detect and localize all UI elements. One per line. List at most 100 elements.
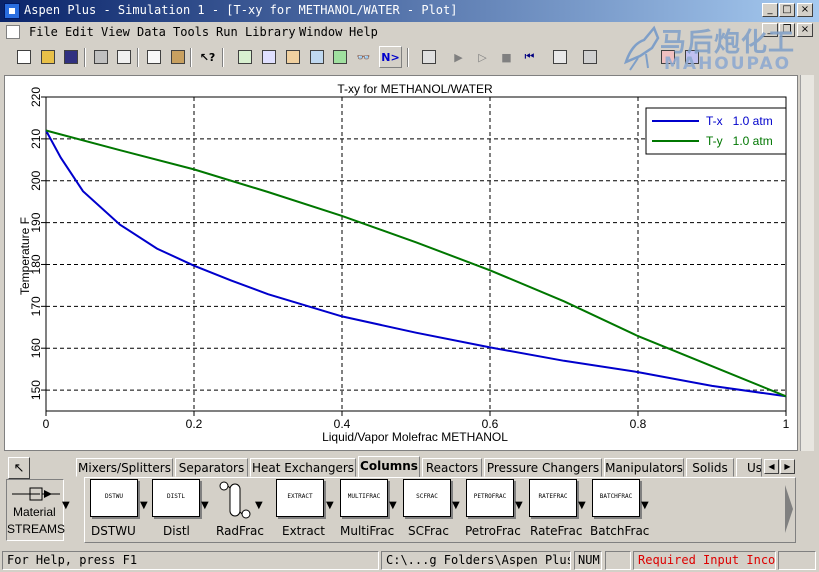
y-tick-label: 170	[29, 296, 43, 316]
chart-legend: T-x 1.0 atm T-y 1.0 atm	[645, 107, 787, 155]
glasses-icon[interactable]: 👓	[352, 46, 375, 68]
model-icon-extract[interactable]: EXTRACT	[276, 479, 324, 517]
run-step-icon[interactable]: ▷	[471, 46, 494, 68]
model-label-scfrac: SCFrac	[408, 524, 449, 538]
tab-mixers-splitters[interactable]: Mixers/Splitters	[76, 458, 173, 477]
batchfrac-dropdown-icon[interactable]: ▼	[641, 500, 649, 511]
paste-icon[interactable]	[166, 46, 189, 68]
control-panel-icon[interactable]	[417, 46, 440, 68]
dstwu-dropdown-icon[interactable]: ▼	[140, 500, 148, 511]
material-stream-icon	[12, 487, 60, 501]
status-bar: For Help, press F1 C:\...g Folders\Aspen…	[0, 550, 819, 572]
series-line-ty	[45, 129, 787, 398]
save-icon[interactable]	[59, 46, 82, 68]
menu-file[interactable]: File	[29, 25, 58, 39]
chart-title: T-xy for METHANOL/WATER	[337, 82, 493, 96]
model-label-distl: Distl	[163, 524, 190, 538]
x-tick-label: 0.6	[482, 417, 499, 431]
select-pointer-button[interactable]: ↖	[8, 457, 30, 479]
model-icon-dstwu[interactable]: DSTWU	[90, 479, 138, 517]
open-folder-icon[interactable]	[36, 46, 59, 68]
status-extra-pane	[778, 551, 816, 570]
house-icon[interactable]	[281, 46, 304, 68]
next-button[interactable]: N>	[379, 46, 402, 68]
tab-columns[interactable]: Columns	[358, 456, 420, 478]
tab-separators[interactable]: Separators	[175, 458, 248, 477]
toolbar-separator	[137, 48, 139, 67]
status-warning: Required Input Incomple	[633, 551, 776, 570]
tab-manipulators[interactable]: Manipulators	[604, 458, 684, 477]
menu-data[interactable]: Data	[137, 25, 166, 39]
menu-window[interactable]: Window	[299, 25, 342, 39]
status-help: For Help, press F1	[2, 551, 379, 570]
palette-scroll-right-icon[interactable]	[783, 479, 795, 539]
run-stop-icon[interactable]: ■	[495, 46, 518, 68]
menu-view[interactable]: View	[101, 25, 130, 39]
model-icon-batchfrac[interactable]: BATCHFRAC	[592, 479, 640, 517]
menu-help[interactable]: Help	[349, 25, 378, 39]
series-line-tx	[45, 130, 787, 398]
tab-pressure-changers[interactable]: Pressure Changers	[484, 458, 602, 477]
model-label-multifrac: MultiFrac	[340, 524, 395, 538]
y-tick-label: 200	[29, 170, 43, 190]
streams-selector[interactable]: Material STREAMS	[6, 479, 66, 541]
tab-scroll-right-button[interactable]: ▶	[780, 459, 795, 474]
streams-label: STREAMS	[7, 522, 66, 536]
toolbar-separator	[222, 48, 224, 67]
chart-series	[45, 129, 787, 398]
window-title: Aspen Plus - Simulation 1 - [T-xy for ME…	[24, 3, 458, 17]
distl-dropdown-icon[interactable]: ▼	[201, 500, 209, 511]
radfrac-dropdown-icon[interactable]: ▼	[255, 500, 263, 511]
x-tick-label: 0.2	[186, 417, 203, 431]
edit-icon[interactable]	[578, 46, 601, 68]
ratefrac-dropdown-icon[interactable]: ▼	[578, 500, 586, 511]
status-path: C:\...g Folders\Aspen Plus	[381, 551, 571, 570]
y-tick-label: 160	[29, 338, 43, 358]
petrofrac-dropdown-icon[interactable]: ▼	[515, 500, 523, 511]
model-icon-ratefrac[interactable]: RATEFRAC	[529, 479, 577, 517]
tab-scroll-left-button[interactable]: ◀	[764, 459, 779, 474]
model-icon-scfrac[interactable]: SCFRAC	[403, 479, 451, 517]
flowsheet-icon[interactable]	[257, 46, 280, 68]
y-axis-label: Temperature F	[18, 217, 32, 295]
multifrac-dropdown-icon[interactable]: ▼	[389, 500, 397, 511]
streams-dropdown-icon[interactable]: ▼	[62, 500, 70, 511]
status-empty-pane	[605, 551, 631, 570]
plot-vertical-scrollbar[interactable]	[800, 75, 814, 451]
model-icon-distl[interactable]: DISTL	[152, 479, 200, 517]
menu-run[interactable]: Run	[216, 25, 238, 39]
print-icon[interactable]	[89, 46, 112, 68]
tab-reactors[interactable]: Reactors	[422, 458, 482, 477]
extract-dropdown-icon[interactable]: ▼	[326, 500, 334, 511]
txy-chart[interactable]: 0 0.2 0.4 0.6 0.8 1150160170180190200210220 T…	[5, 76, 797, 450]
scfrac-dropdown-icon[interactable]: ▼	[452, 500, 460, 511]
maximize-button[interactable]: □	[779, 3, 795, 17]
print-preview-icon[interactable]	[112, 46, 135, 68]
minimize-button[interactable]: _	[762, 3, 778, 17]
y-tick-label: 220	[29, 87, 43, 107]
results-icon[interactable]	[548, 46, 571, 68]
menu-tools[interactable]: Tools	[173, 25, 209, 39]
radfrac-column-icon[interactable]	[218, 478, 252, 522]
model-label-petrofrac: PetroFrac	[465, 524, 521, 538]
run-start-icon[interactable]: ▶	[447, 46, 470, 68]
menu-edit[interactable]: Edit	[65, 25, 94, 39]
model-icon-petrofrac[interactable]: PETROFRAC	[466, 479, 514, 517]
new-file-icon[interactable]	[12, 46, 35, 68]
model-icon-multifrac[interactable]: MULTIFRAC	[340, 479, 388, 517]
tab-user[interactable]: User	[736, 458, 762, 477]
close-button[interactable]: ×	[797, 3, 813, 17]
model-library-icon[interactable]	[328, 46, 351, 68]
tab-solids[interactable]: Solids	[686, 458, 734, 477]
aspen-app-icon	[4, 3, 20, 19]
toolbar-separator	[84, 48, 86, 67]
plot-icon[interactable]	[233, 46, 256, 68]
stream-table-icon[interactable]	[305, 46, 328, 68]
copy-icon[interactable]	[142, 46, 165, 68]
document-icon[interactable]	[6, 25, 20, 39]
run-reinit-icon[interactable]: ⏮	[518, 46, 541, 68]
tab-heat-exchangers[interactable]: Heat Exchangers	[250, 458, 356, 477]
legend-label-tx: T-x 1.0 atm	[706, 114, 773, 128]
whats-this-help-icon[interactable]: ↖?	[196, 46, 219, 68]
menu-library[interactable]: Library	[245, 25, 296, 39]
